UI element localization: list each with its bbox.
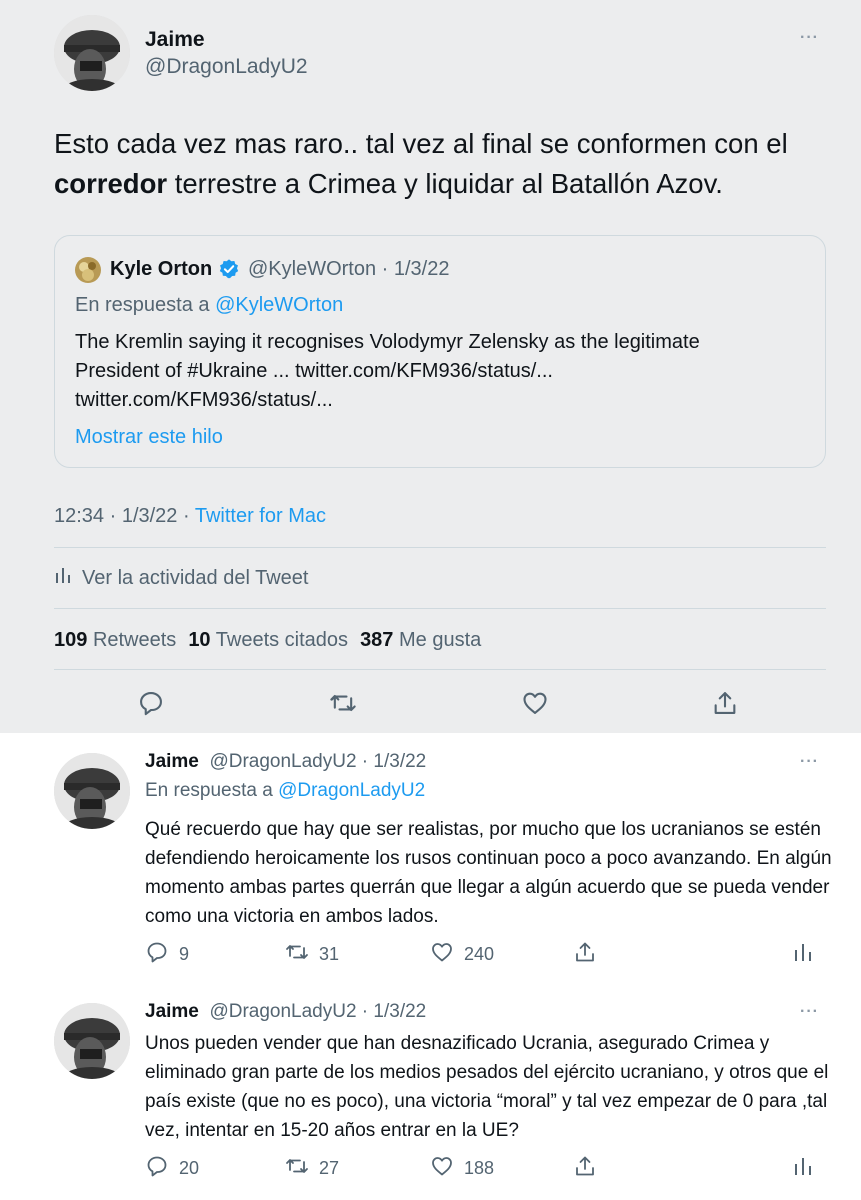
- retweet-action[interactable]: 31: [285, 940, 339, 969]
- retweet-count: 27: [319, 1158, 340, 1178]
- reply-icon: [145, 1154, 169, 1183]
- reply-icon: [145, 940, 169, 969]
- retweets-stat[interactable]: 109 Retweets: [54, 629, 176, 651]
- like-action[interactable]: 188: [430, 1154, 494, 1183]
- likes-stat[interactable]: 387 Me gusta: [360, 629, 481, 651]
- quoted-tweet-card[interactable]: Kyle Orton @KyleWOrton · 1/3/22 En respu…: [54, 235, 826, 468]
- retweet-icon: [285, 940, 309, 969]
- tweet-activity-label: Ver la actividad del Tweet: [82, 566, 309, 589]
- reply-tweet[interactable]: Jaime @DragonLadyU2 · 1/3/22 ··· Unos pu…: [0, 993, 861, 1200]
- retweet-icon[interactable]: [329, 689, 357, 717]
- like-count: 188: [464, 1158, 495, 1178]
- reply-action[interactable]: 9: [145, 940, 189, 969]
- quoted-in-reply-to: En respuesta a @KyleWOrton: [75, 294, 344, 316]
- quoted-author-avatar[interactable]: [75, 257, 101, 283]
- reply-text: Unos pueden vender que han desnazificado…: [145, 1033, 829, 1141]
- like-icon: [430, 940, 454, 969]
- reply-header: Jaime @DragonLadyU2 · 1/3/22: [145, 1001, 426, 1023]
- divider: [54, 608, 826, 609]
- share-icon: [573, 940, 597, 969]
- main-tweet: Jaime @DragonLadyU2 ··· Esto cada vez ma…: [0, 0, 861, 733]
- author-name[interactable]: Jaime: [145, 1001, 199, 1022]
- reply-tweet[interactable]: Jaime @DragonLadyU2 · 1/3/22 ··· En resp…: [0, 733, 861, 993]
- reply-actions: 20 27 188: [145, 1154, 825, 1180]
- retweet-action[interactable]: 27: [285, 1154, 339, 1183]
- author-avatar[interactable]: [54, 753, 130, 829]
- analytics-action[interactable]: [791, 940, 815, 969]
- verified-badge-icon: [218, 258, 240, 280]
- retweet-count: 31: [319, 944, 340, 964]
- retweet-icon: [285, 1154, 309, 1183]
- in-reply-to: En respuesta a @DragonLadyU2: [145, 780, 426, 801]
- reply-count: 20: [179, 1158, 200, 1178]
- tweet-text: Esto cada vez mas raro.. tal vez al fina…: [54, 128, 788, 199]
- share-action[interactable]: [573, 1154, 597, 1183]
- analytics-action[interactable]: [791, 1154, 815, 1183]
- reply-actions: 9 31 240: [145, 940, 825, 966]
- share-icon[interactable]: [711, 689, 739, 717]
- reply-count: 9: [179, 944, 190, 964]
- show-thread-link[interactable]: Mostrar este hilo: [75, 426, 223, 449]
- share-action[interactable]: [573, 940, 597, 969]
- analytics-icon: [791, 940, 815, 969]
- author-name[interactable]: Jaime: [145, 28, 205, 52]
- like-icon: [430, 1154, 454, 1183]
- reply-icon[interactable]: [137, 689, 165, 717]
- divider: [54, 547, 826, 548]
- author-name[interactable]: Jaime: [145, 751, 199, 772]
- tweet-stats: 109 Retweets 10 Tweets citados 387 Me gust…: [54, 629, 481, 652]
- divider: [54, 669, 826, 670]
- author-avatar[interactable]: [54, 1003, 130, 1079]
- quote-tweets-stat[interactable]: 10 Tweets citados: [188, 629, 348, 651]
- like-icon[interactable]: [521, 689, 549, 717]
- tweet-source-link[interactable]: Twitter for Mac: [195, 505, 326, 527]
- author-avatar[interactable]: [54, 15, 130, 91]
- share-icon: [573, 1154, 597, 1183]
- author-handle-date[interactable]: @DragonLadyU2 · 1/3/22: [209, 1001, 426, 1022]
- reply-text: Qué recuerdo que hay que ser realistas, …: [145, 819, 832, 927]
- more-options-icon[interactable]: ···: [800, 1003, 819, 1021]
- like-action[interactable]: 240: [430, 940, 494, 969]
- tweet-timestamp: 12:34 · 1/3/22 · Twitter for Mac: [54, 505, 326, 527]
- quoted-author-name[interactable]: Kyle Orton: [110, 258, 212, 281]
- quoted-reply-handle-link[interactable]: @KyleWOrton: [215, 294, 343, 316]
- analytics-icon: [791, 1154, 815, 1183]
- reply-action[interactable]: 20: [145, 1154, 199, 1183]
- reply-handle-link[interactable]: @DragonLadyU2: [278, 780, 425, 801]
- analytics-icon: [54, 566, 72, 590]
- reply-header: Jaime @DragonLadyU2 · 1/3/22: [145, 751, 426, 773]
- quoted-handle-date[interactable]: @KyleWOrton · 1/3/22: [248, 258, 449, 281]
- more-options-icon[interactable]: ···: [800, 753, 819, 771]
- author-handle-date[interactable]: @DragonLadyU2 · 1/3/22: [209, 751, 426, 772]
- author-handle[interactable]: @DragonLadyU2: [145, 55, 308, 79]
- quoted-tweet-text: The Kremlin saying it recognises Volodym…: [75, 331, 700, 411]
- more-options-icon[interactable]: ···: [800, 29, 819, 47]
- like-count: 240: [464, 944, 495, 964]
- tweet-activity-link[interactable]: Ver la actividad del Tweet: [54, 566, 308, 590]
- bold-word: corredor: [54, 168, 168, 199]
